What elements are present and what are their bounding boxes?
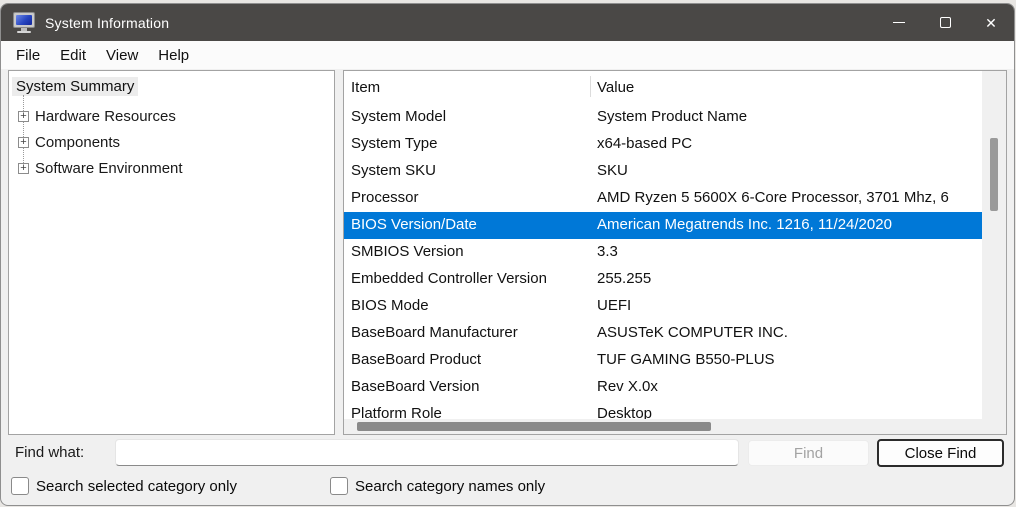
search-category-names-option: Search category names only (330, 477, 545, 495)
item-cell: System Model (351, 108, 591, 125)
minimize-button[interactable] (876, 4, 922, 41)
search-selected-category-checkbox[interactable] (11, 477, 29, 495)
table-row[interactable]: BaseBoard Version Rev X.0x (344, 374, 982, 401)
value-cell: AMD Ryzen 5 5600X 6-Core Processor, 3701… (597, 189, 982, 206)
column-divider[interactable] (590, 76, 591, 97)
window-controls: ✕ (876, 4, 1014, 41)
close-icon: ✕ (985, 16, 997, 30)
close-button[interactable]: ✕ (968, 4, 1014, 41)
list-header: Item Value (344, 71, 1006, 104)
value-cell: Rev X.0x (597, 378, 982, 395)
table-row[interactable]: SMBIOS Version 3.3 (344, 239, 982, 266)
value-cell: TUF GAMING B550-PLUS (597, 351, 982, 368)
sidebar-item-label: Hardware Resources (35, 108, 176, 125)
details-panel: Item Value System Model System Product Na… (343, 70, 1007, 435)
vertical-scrollbar[interactable] (982, 71, 1006, 434)
search-category-names-checkbox[interactable] (330, 477, 348, 495)
value-cell: UEFI (597, 297, 982, 314)
item-cell: Processor (351, 189, 591, 206)
value-cell: SKU (597, 162, 982, 179)
table-row[interactable]: Processor AMD Ryzen 5 5600X 6-Core Proces… (344, 185, 982, 212)
table-row[interactable]: System Type x64-based PC (344, 131, 982, 158)
table-row[interactable]: BIOS Mode UEFI (344, 293, 982, 320)
title-bar: System Information ✕ (1, 4, 1014, 41)
menu-item-help[interactable]: Help (148, 44, 199, 67)
value-cell: x64-based PC (597, 135, 982, 152)
find-button[interactable]: Find (748, 440, 869, 466)
item-cell: BIOS Mode (351, 297, 591, 314)
column-header-item[interactable]: Item (351, 79, 380, 96)
window-title: System Information (45, 15, 169, 31)
tree-children: + Hardware Resources + Components + Software … (9, 103, 334, 181)
table-rows: System Model System Product Name System Ty… (344, 104, 982, 434)
item-cell: System SKU (351, 162, 591, 179)
horizontal-scrollbar[interactable] (344, 419, 982, 434)
table-row[interactable]: Embedded Controller Version 255.255 (344, 266, 982, 293)
close-find-button[interactable]: Close Find (877, 439, 1004, 467)
menu-item-view[interactable]: View (96, 44, 148, 67)
sidebar-item-components[interactable]: + Components (9, 129, 334, 155)
item-cell: Embedded Controller Version (351, 270, 591, 287)
sidebar-item-software-environment[interactable]: + Software Environment (9, 155, 334, 181)
value-cell: System Product Name (597, 108, 982, 125)
value-cell: 255.255 (597, 270, 982, 287)
maximize-button[interactable] (922, 4, 968, 41)
table-row[interactable]: BIOS Version/Date American Megatrends Inc… (344, 212, 982, 239)
system-information-icon (13, 12, 35, 33)
table-row[interactable]: BaseBoard Product TUF GAMING B550-PLUS (344, 347, 982, 374)
menu-bar: FileEditViewHelp (1, 41, 1014, 69)
item-cell: System Type (351, 135, 591, 152)
table-row[interactable]: BaseBoard Manufacturer ASUSTeK COMPUTER I… (344, 320, 982, 347)
value-cell: ASUSTeK COMPUTER INC. (597, 324, 982, 341)
sidebar-item-label: Software Environment (35, 160, 183, 177)
item-cell: SMBIOS Version (351, 243, 591, 260)
table-row[interactable]: System Model System Product Name (344, 104, 982, 131)
value-cell: American Megatrends Inc. 1216, 11/24/202… (597, 216, 982, 233)
category-tree-panel: System Summary + Hardware Resources + Compo… (8, 70, 335, 435)
table-row[interactable]: System SKU SKU (344, 158, 982, 185)
sidebar-item-label: Components (35, 134, 120, 151)
maximize-icon (940, 17, 951, 28)
sidebar-item-hardware-resources[interactable]: + Hardware Resources (9, 103, 334, 129)
item-cell: BaseBoard Product (351, 351, 591, 368)
search-category-names-label: Search category names only (355, 478, 545, 495)
expand-plus-icon[interactable]: + (18, 137, 29, 148)
item-cell: BIOS Version/Date (351, 216, 591, 233)
find-what-label: Find what: (15, 444, 84, 461)
expand-plus-icon[interactable]: + (18, 111, 29, 122)
column-header-value[interactable]: Value (597, 79, 634, 96)
expand-plus-icon[interactable]: + (18, 163, 29, 174)
value-cell: 3.3 (597, 243, 982, 260)
vertical-scrollbar-thumb[interactable] (990, 138, 998, 211)
item-cell: BaseBoard Version (351, 378, 591, 395)
menu-item-edit[interactable]: Edit (50, 44, 96, 67)
search-selected-category-option: Search selected category only (11, 477, 237, 495)
find-input[interactable] (115, 439, 739, 466)
menu-item-file[interactable]: File (6, 44, 50, 67)
minimize-icon (893, 22, 905, 23)
horizontal-scrollbar-thumb[interactable] (357, 422, 711, 431)
search-selected-category-label: Search selected category only (36, 478, 237, 495)
item-cell: BaseBoard Manufacturer (351, 324, 591, 341)
system-information-window: System Information ✕ FileEditViewHelp Sy… (0, 3, 1015, 506)
sidebar-item-system-summary[interactable]: System Summary (12, 77, 138, 96)
